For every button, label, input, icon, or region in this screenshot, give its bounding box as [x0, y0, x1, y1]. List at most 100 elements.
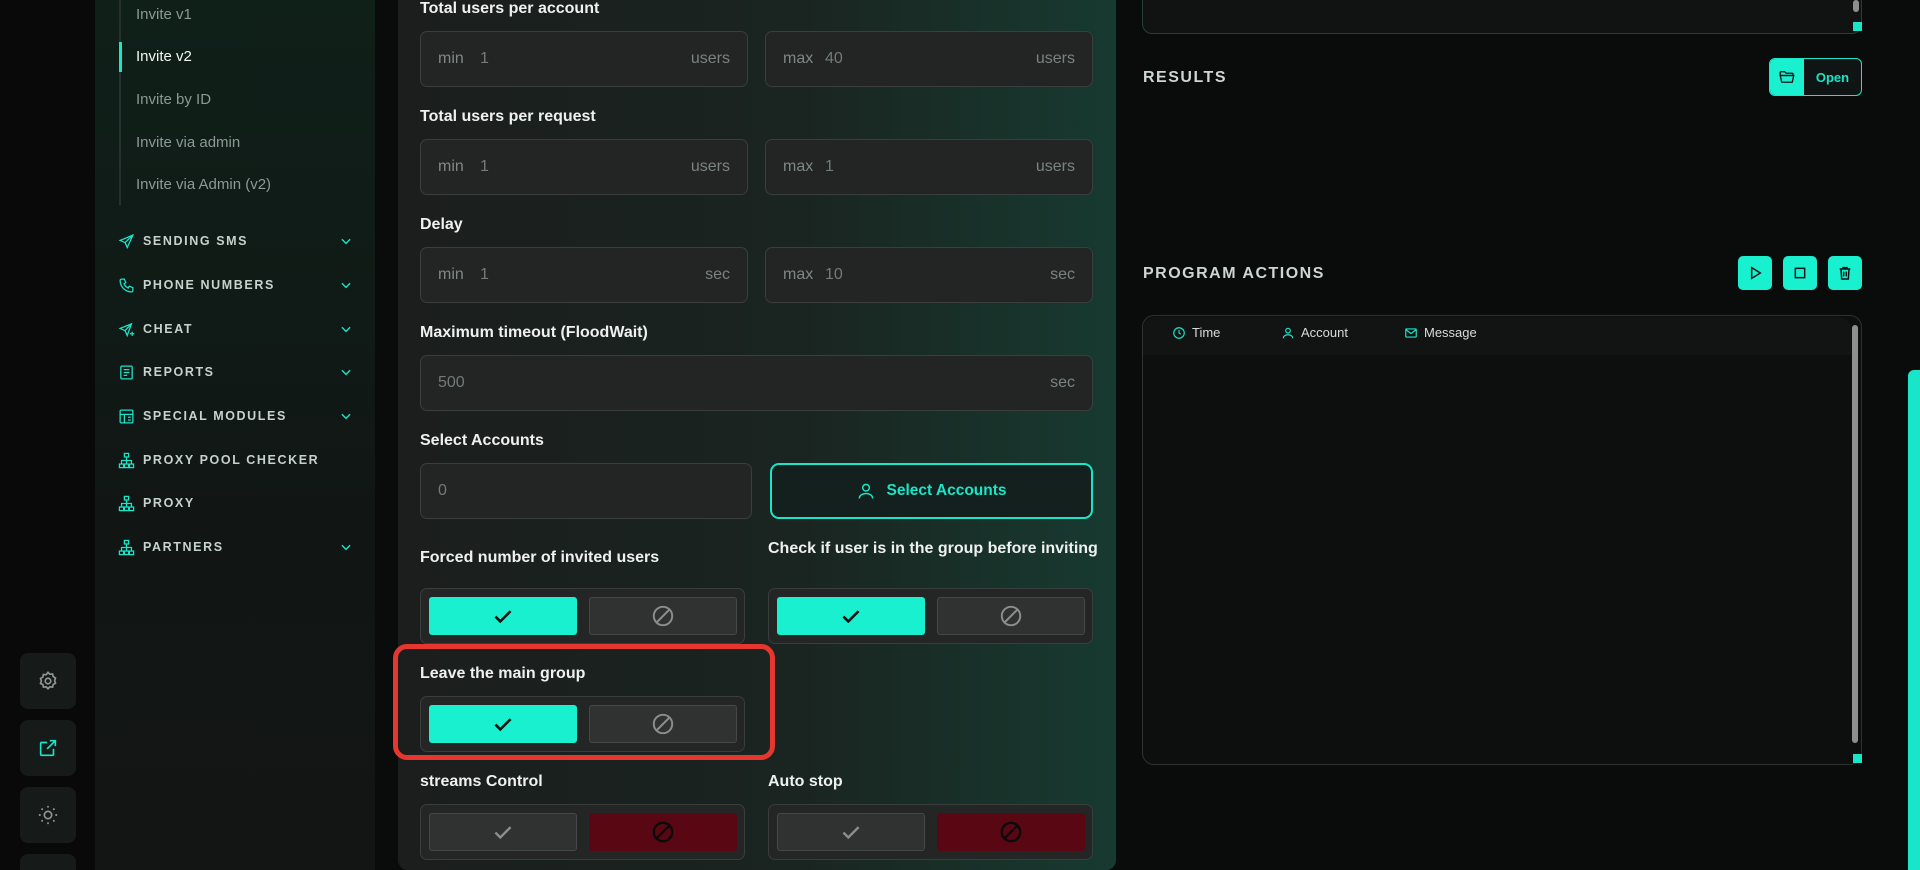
nav-reports[interactable]: REPORTS: [117, 357, 353, 387]
program-log-table: [1142, 315, 1862, 765]
min-users-account-input[interactable]: min 1 users: [420, 31, 748, 87]
nav-sending-sms[interactable]: SENDING SMS: [117, 226, 353, 256]
toggle-yes[interactable]: [429, 597, 577, 635]
resize-handle[interactable]: [1853, 22, 1862, 31]
label-select-accounts: Select Accounts: [420, 432, 544, 449]
highlight-box: [393, 644, 775, 760]
nav-proxy[interactable]: PROXY: [117, 488, 353, 518]
field-unit: sec: [1050, 374, 1075, 391]
clear-button[interactable]: [1828, 256, 1862, 290]
submenu-invite-via-admin[interactable]: Invite via admin: [136, 134, 240, 151]
resize-handle[interactable]: [1853, 754, 1862, 763]
chevron-down-icon[interactable]: [339, 409, 353, 423]
chevron-down-icon[interactable]: [339, 278, 353, 292]
field-value: 500: [438, 374, 465, 391]
log-table-header: [1143, 317, 1851, 355]
ban-icon: [1000, 821, 1022, 843]
chevron-down-icon[interactable]: [339, 322, 353, 336]
network-icon: [117, 538, 135, 556]
field-value: 1: [480, 266, 489, 283]
select-accounts-button[interactable]: Select Accounts: [770, 463, 1093, 519]
chevron-down-icon[interactable]: [339, 234, 353, 248]
field-unit: users: [1035, 50, 1075, 67]
toggle-yes[interactable]: [777, 813, 925, 851]
icon-rail: [0, 0, 95, 870]
external-link-button[interactable]: [20, 720, 76, 776]
max-users-request-input[interactable]: max 1 users: [765, 139, 1093, 195]
label-total-users-request: Total users per request: [420, 108, 596, 125]
field-value: 0: [438, 482, 447, 499]
program-actions-title: PROGRAM ACTIONS: [1143, 265, 1325, 282]
select-accounts-label: Select Accounts: [886, 482, 1007, 499]
chevron-down-icon[interactable]: [339, 365, 353, 379]
nav-partners[interactable]: PARTNERS: [117, 532, 353, 562]
modules-icon: [117, 407, 135, 425]
submenu-invite-via-admin-v2[interactable]: Invite via Admin (v2): [136, 176, 271, 193]
max-timeout-input[interactable]: 500 sec: [420, 355, 1093, 411]
field-value: 10: [825, 266, 843, 283]
column-label: Account: [1301, 325, 1348, 340]
submenu-rail: [119, 0, 121, 205]
check-icon: [842, 826, 860, 840]
forced-number-toggle: [420, 588, 745, 644]
field-unit: users: [1035, 158, 1075, 175]
toggle-no[interactable]: [937, 813, 1085, 851]
max-users-account-input[interactable]: max 40 users: [765, 31, 1093, 87]
stop-button[interactable]: [1783, 256, 1817, 290]
scrollbar[interactable]: [1853, 0, 1859, 12]
top-textarea[interactable]: [1142, 0, 1862, 34]
field-value: 1: [480, 158, 489, 175]
toggle-no[interactable]: [589, 813, 737, 851]
network-icon: [117, 451, 135, 469]
grid-button[interactable]: [20, 854, 76, 870]
nav-label: PARTNERS: [143, 540, 224, 554]
phone-icon: [117, 276, 135, 294]
toggle-no[interactable]: [937, 597, 1085, 635]
submenu-invite-v1[interactable]: Invite v1: [136, 6, 192, 23]
field-value: 1: [480, 50, 489, 67]
field-prefix: max: [783, 158, 814, 175]
nav-proxy-pool-checker[interactable]: PROXY POOL CHECKER: [117, 445, 353, 475]
mail-icon: [1405, 327, 1417, 338]
trash-icon: [1839, 266, 1851, 280]
nav-label: SENDING SMS: [143, 234, 249, 248]
toggle-no[interactable]: [589, 597, 737, 635]
page-scrollbar[interactable]: [1908, 370, 1920, 870]
nav-special-modules[interactable]: SPECIAL MODULES: [117, 401, 353, 431]
min-delay-input[interactable]: min 1 sec: [420, 247, 748, 303]
theme-button[interactable]: [20, 787, 76, 843]
stop-icon: [1794, 267, 1806, 279]
field-prefix: max: [783, 50, 814, 67]
max-delay-input[interactable]: max 10 sec: [765, 247, 1093, 303]
app-root: Invite v1 Invite v2 Invite by ID Invite …: [0, 0, 1920, 870]
nav-label: PROXY POOL CHECKER: [143, 453, 320, 467]
column-message[interactable]: Message: [1404, 325, 1477, 340]
chevron-down-icon[interactable]: [339, 540, 353, 554]
column-label: Time: [1192, 325, 1221, 340]
field-value: 40: [825, 50, 843, 67]
nav-phone-numbers[interactable]: PHONE NUMBERS: [117, 270, 353, 300]
submenu-invite-v2[interactable]: Invite v2: [136, 48, 192, 65]
toggle-yes[interactable]: [777, 597, 925, 635]
min-users-request-input[interactable]: min 1 users: [420, 139, 748, 195]
user-icon: [1282, 327, 1294, 338]
open-button[interactable]: Open: [1769, 58, 1862, 96]
label-total-users-account: Total users per account: [420, 0, 600, 17]
start-button[interactable]: [1738, 256, 1772, 290]
nav-cheat[interactable]: CHEAT: [117, 314, 353, 344]
settings-button[interactable]: [20, 653, 76, 709]
nav-label: SPECIAL MODULES: [143, 409, 287, 423]
settings-icon: [39, 670, 57, 691]
log-scrollbar[interactable]: [1852, 325, 1858, 743]
check-in-group-toggle: [768, 588, 1093, 644]
nav-label: PHONE NUMBERS: [143, 278, 275, 292]
column-account[interactable]: Account: [1281, 325, 1348, 340]
accounts-count-input[interactable]: 0: [420, 463, 752, 519]
play-icon: [1750, 266, 1762, 280]
check-icon: [494, 826, 512, 840]
nav-label: PROXY: [143, 496, 195, 510]
column-time[interactable]: Time: [1172, 325, 1220, 340]
submenu-invite-by-id[interactable]: Invite by ID: [136, 91, 211, 108]
toggle-yes[interactable]: [429, 813, 577, 851]
ban-icon: [652, 821, 674, 843]
